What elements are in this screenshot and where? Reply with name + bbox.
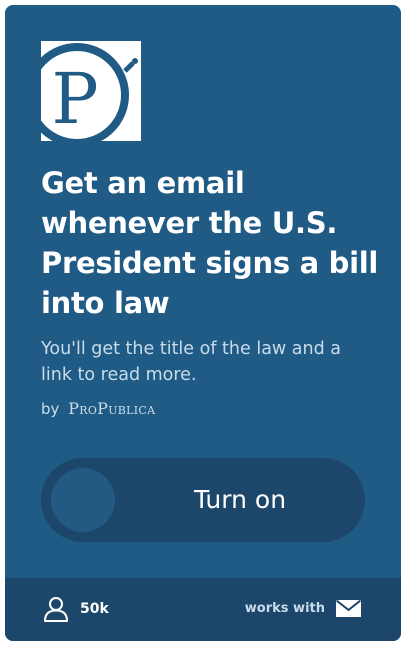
applet-title: Get an email whenever the U.S. President… — [41, 166, 379, 320]
logo-letter: P — [51, 58, 98, 140]
applet-card[interactable]: P Get an email whenever the U.S. Preside… — [5, 5, 401, 641]
applet-description: You'll get the title of the law and a li… — [41, 339, 342, 385]
author-name[interactable]: ProPublica — [68, 399, 155, 418]
toggle-knob[interactable] — [51, 468, 115, 532]
works-with-label: works with — [244, 601, 325, 616]
applet-footer: 50k works with — [5, 578, 401, 641]
mail-icon — [335, 599, 362, 617]
toggle-label: Turn on — [193, 485, 287, 514]
turn-on-toggle[interactable]: Turn on — [41, 458, 365, 542]
by-label: by — [41, 400, 60, 418]
user-count: 50k — [80, 601, 109, 617]
propublica-logo: P — [41, 41, 141, 141]
user-icon — [43, 596, 69, 622]
byline: by ProPublica — [41, 399, 155, 419]
